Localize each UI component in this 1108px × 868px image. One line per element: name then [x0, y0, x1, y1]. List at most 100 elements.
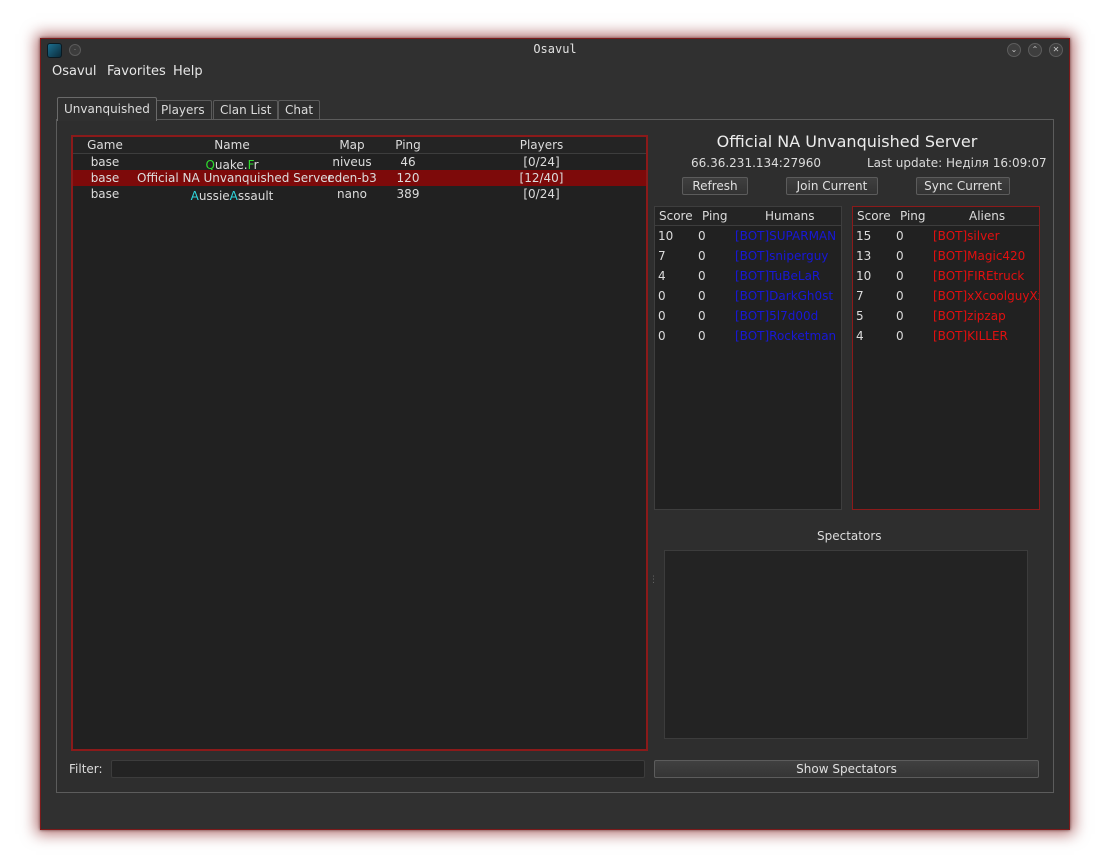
server-players: [12/40] — [519, 171, 564, 185]
column-header-ping[interactable]: Ping — [702, 209, 728, 223]
server-ping: 389 — [396, 187, 420, 201]
name-part: ssault — [237, 189, 274, 203]
player-row[interactable]: 15 0 [BOT]silver — [853, 226, 1039, 246]
player-score: 4 — [856, 329, 864, 343]
name-part: A — [190, 189, 199, 203]
menu-bar: Osavul Favorites Help — [41, 61, 1069, 83]
player-row[interactable]: 10 0 [BOT]FIREtruck — [853, 266, 1039, 286]
player-ping: 0 — [896, 289, 904, 303]
menu-osavul[interactable]: Osavul — [52, 64, 97, 79]
tab-players[interactable]: Players — [154, 100, 212, 120]
spectators-list[interactable] — [664, 550, 1028, 739]
player-row[interactable]: 5 0 [BOT]zipzap — [853, 306, 1039, 326]
player-ping: 0 — [896, 249, 904, 263]
player-score: 10 — [856, 269, 872, 283]
main-window: · Osavul ⌄ ⌃ ✕ Osavul Favorites Help Unv… — [40, 38, 1070, 830]
player-score: 4 — [658, 269, 666, 283]
column-header-aliens[interactable]: Aliens — [969, 209, 1005, 223]
player-name: [BOT]Rocketman — [735, 329, 837, 343]
column-header-score[interactable]: Score — [659, 209, 693, 223]
splitter-handle[interactable]: ⋮ — [649, 575, 658, 585]
player-row[interactable]: 13 0 [BOT]Magic420 — [853, 246, 1039, 266]
player-score: 15 — [856, 229, 872, 243]
player-row[interactable]: 0 0 [BOT]Rocketman — [655, 326, 841, 346]
player-name: [BOT]SUPARMAN — [735, 229, 837, 243]
column-header-score[interactable]: Score — [857, 209, 891, 223]
server-list[interactable]: Game Name Map Ping Players base Quake.Fr… — [71, 135, 648, 751]
player-name: [BOT]xXcoolguyXx — [933, 289, 1040, 303]
aliens-list[interactable]: Score Ping Aliens 15 0 [BOT]silver 13 0 … — [852, 206, 1040, 510]
player-ping: 0 — [698, 269, 706, 283]
tab-chat[interactable]: Chat — [278, 100, 321, 120]
title-bar[interactable]: · Osavul ⌄ ⌃ ✕ — [41, 39, 1069, 61]
server-title: Official NA Unvanquished Server — [716, 132, 978, 151]
server-ping: 46 — [400, 155, 416, 169]
player-name: [BOT]DarkGh0st — [735, 289, 834, 303]
close-icon[interactable]: ✕ — [1049, 43, 1063, 57]
last-update: Last update: Неділя 16:09:07 — [867, 156, 1047, 170]
column-header-game[interactable]: Game — [73, 137, 137, 153]
player-ping: 0 — [698, 229, 706, 243]
player-name: [BOT]TuBeLaR — [735, 269, 821, 283]
player-ping: 0 — [896, 309, 904, 323]
server-game: base — [90, 171, 120, 185]
player-row[interactable]: 4 0 [BOT]TuBeLaR — [655, 266, 841, 286]
unvanquished-panel: Game Name Map Ping Players base Quake.Fr… — [56, 119, 1054, 793]
aliens-header: Score Ping Aliens — [853, 207, 1039, 226]
window-title: Osavul — [533, 42, 577, 56]
maximize-icon[interactable]: ⌃ — [1028, 43, 1042, 57]
player-name: [BOT]5l7d00d — [735, 309, 819, 323]
tab-clan-list[interactable]: Clan List — [213, 100, 279, 120]
player-score: 0 — [658, 309, 666, 323]
player-ping: 0 — [896, 269, 904, 283]
server-players: [0/24] — [523, 187, 560, 201]
player-score: 7 — [856, 289, 864, 303]
player-row[interactable]: 0 0 [BOT]5l7d00d — [655, 306, 841, 326]
server-name: AussieAssault — [137, 188, 327, 204]
player-name: [BOT]silver — [933, 229, 1000, 243]
player-row[interactable]: 0 0 [BOT]DarkGh0st — [655, 286, 841, 306]
player-ping: 0 — [698, 289, 706, 303]
column-header-players[interactable]: Players — [439, 137, 644, 153]
sync-current-button[interactable]: Sync Current — [916, 177, 1010, 195]
menu-help[interactable]: Help — [173, 64, 203, 79]
server-game: base — [90, 187, 120, 201]
filter-input[interactable] — [111, 760, 645, 778]
column-header-ping[interactable]: Ping — [377, 137, 439, 153]
column-header-humans[interactable]: Humans — [765, 209, 815, 223]
player-row[interactable]: 10 0 [BOT]SUPARMAN — [655, 226, 841, 246]
player-row[interactable]: 7 0 [BOT]xXcoolguyXx — [853, 286, 1039, 306]
player-score: 0 — [658, 289, 666, 303]
player-ping: 0 — [698, 249, 706, 263]
column-header-map[interactable]: Map — [327, 137, 377, 153]
show-spectators-button[interactable]: Show Spectators — [654, 760, 1039, 778]
minimize-icon[interactable]: ⌄ — [1007, 43, 1021, 57]
server-game: base — [90, 155, 120, 169]
spectators-label: Spectators — [817, 529, 882, 543]
player-score: 10 — [658, 229, 674, 243]
server-list-header: Game Name Map Ping Players — [73, 137, 646, 154]
join-current-button[interactable]: Join Current — [786, 177, 878, 195]
player-score: 0 — [658, 329, 666, 343]
server-ping: 120 — [396, 171, 420, 185]
server-map: eden-b3 — [327, 171, 377, 185]
server-row[interactable]: base AussieAssault nano 389 [0/24] — [73, 186, 646, 204]
refresh-button[interactable]: Refresh — [682, 177, 748, 195]
player-ping: 0 — [896, 229, 904, 243]
server-row[interactable]: base Quake.Fr niveus 46 [0/24] — [73, 154, 646, 172]
server-players: [0/24] — [523, 155, 560, 169]
player-ping: 0 — [896, 329, 904, 343]
column-header-ping[interactable]: Ping — [900, 209, 926, 223]
player-score: 7 — [658, 249, 666, 263]
server-row-selected[interactable]: base Official NA Unvanquished Server ede… — [73, 170, 646, 186]
player-score: 13 — [856, 249, 872, 263]
tab-unvanquished[interactable]: Unvanquished — [57, 97, 157, 121]
player-name: [BOT]sniperguy — [735, 249, 829, 263]
column-header-name[interactable]: Name — [137, 137, 327, 153]
player-row[interactable]: 7 0 [BOT]sniperguy — [655, 246, 841, 266]
server-map: nano — [337, 187, 367, 201]
player-row[interactable]: 4 0 [BOT]KILLER — [853, 326, 1039, 346]
menu-favorites[interactable]: Favorites — [107, 64, 166, 79]
humans-list[interactable]: Score Ping Humans 10 0 [BOT]SUPARMAN 7 0… — [654, 206, 842, 510]
player-name: [BOT]KILLER — [933, 329, 1008, 343]
